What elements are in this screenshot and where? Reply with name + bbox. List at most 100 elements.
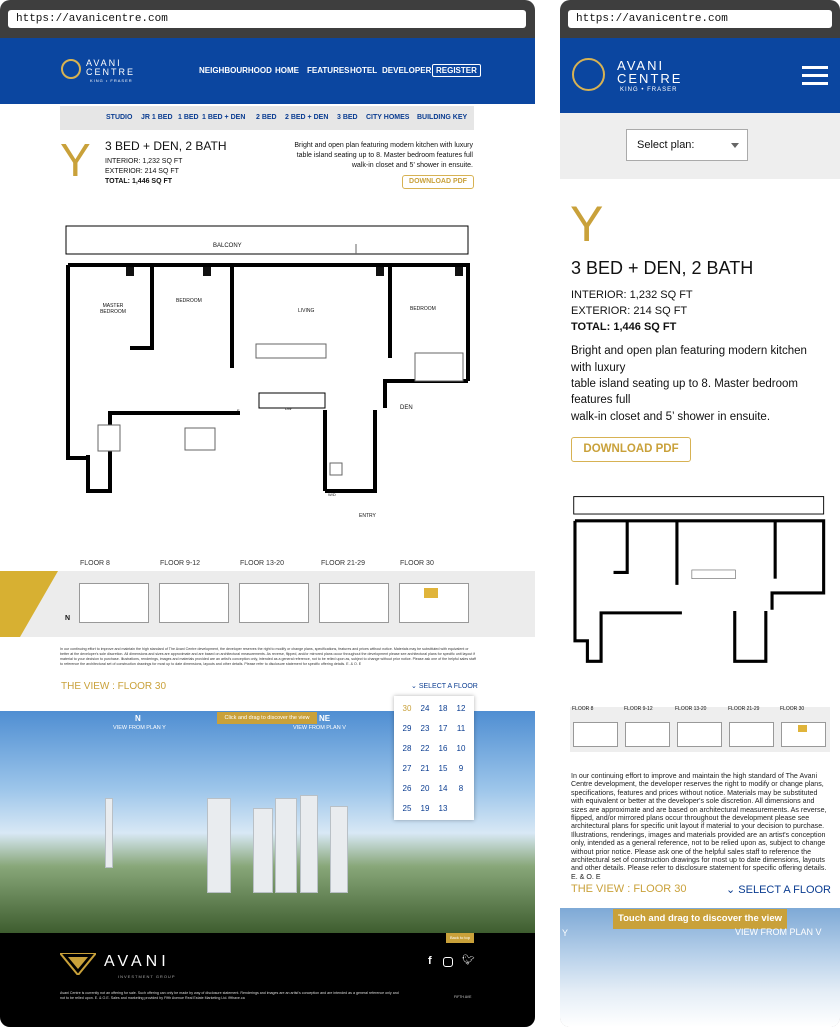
floor-option[interactable]: 13 <box>434 804 452 813</box>
facebook-icon[interactable]: f <box>428 955 432 967</box>
dropdown-arrow-icon <box>731 143 739 148</box>
mobile-header: AVANI CENTRE KING • FRASER <box>560 38 840 113</box>
mobile-plan-interior: INTERIOR: 1,232 SQ FT <box>571 289 693 301</box>
floor-label-13-20: FLOOR 13-20 <box>240 560 284 567</box>
hamburger-line <box>802 66 828 69</box>
select-plan-dropdown[interactable]: Select plan: <box>626 129 748 161</box>
mobile-download-pdf-button[interactable]: DOWNLOAD PDF <box>571 437 691 462</box>
plan-total: TOTAL: 1,446 SQ FT <box>105 178 173 185</box>
nav-features[interactable]: FEATURES <box>307 66 350 75</box>
floor-key-30[interactable] <box>399 583 469 623</box>
select-floor-link[interactable]: ⌄ SELECT A FLOOR <box>411 682 478 690</box>
plan-exterior: EXTERIOR: 214 SQ FT <box>105 168 179 175</box>
fp-label-bedroom2: BEDROOM <box>410 306 436 312</box>
floor-option[interactable]: 15 <box>434 764 452 773</box>
floor-option[interactable]: 14 <box>434 784 452 793</box>
subnav-2bed[interactable]: 2 BED <box>256 114 277 121</box>
floor-option[interactable]: 12 <box>452 704 470 713</box>
mobile-browser-window: https://avanicentre.com AVANI CENTRE KIN… <box>560 0 840 1027</box>
floor-key-9-12[interactable] <box>159 583 229 623</box>
nav-neighbourhood[interactable]: NEIGHBOURHOOD <box>199 66 272 75</box>
subnav-1bed-den[interactable]: 1 BED + DEN <box>202 114 245 121</box>
mobile-floor-label-13-20: FLOOR 13-20 <box>675 706 707 712</box>
register-button[interactable]: REGISTER <box>432 64 481 77</box>
unit-y-highlight <box>424 588 438 598</box>
floor-option[interactable]: 30 <box>398 704 416 713</box>
drag-banner[interactable]: Click and drag to discover the view <box>217 712 317 724</box>
floor-option[interactable]: 29 <box>398 724 416 733</box>
view-title: THE VIEW : FLOOR 30 <box>61 681 167 692</box>
tower-2 <box>253 808 273 893</box>
mobile-logo-icon[interactable] <box>572 58 605 91</box>
mobile-drag-banner[interactable]: Touch and drag to discover the view <box>613 909 787 929</box>
fp-label-den: DEN <box>400 405 413 411</box>
floor-option[interactable]: 11 <box>452 724 470 733</box>
select-plan-label: Select plan: <box>637 139 695 151</box>
floor-option[interactable]: 8 <box>452 784 470 793</box>
mobile-plan-letter: Y <box>570 196 604 252</box>
gold-accent-shape <box>0 571 58 637</box>
mobile-desc-2: with luxury <box>571 362 626 374</box>
mobile-floor-label-30: FLOOR 30 <box>780 706 805 712</box>
desktop-browser-window: https://avanicentre.com AVANI CENTRE KIN… <box>0 0 535 1027</box>
subnav-1bed[interactable]: 1 BED <box>178 114 199 121</box>
floor-label-9-12: FLOOR 9-12 <box>160 560 201 567</box>
floor-option[interactable]: 23 <box>416 724 434 733</box>
floor-option[interactable]: 25 <box>398 804 416 813</box>
twitter-icon[interactable]: 🐦︎ <box>462 955 475 966</box>
floor-key-13-20[interactable] <box>239 583 309 623</box>
mobile-compass-y: Y <box>562 928 569 938</box>
avani-logo-icon[interactable] <box>61 59 81 79</box>
plan-type-subnav: STUDIO JR 1 BED 1 BED 1 BED + DEN 2 BED … <box>60 106 474 130</box>
subnav-city-homes[interactable]: CITY HOMES <box>366 114 409 121</box>
nav-home[interactable]: HOME <box>275 66 299 75</box>
mobile-floor-key-8[interactable] <box>573 722 618 747</box>
fp-label-living: LIVING <box>298 308 315 314</box>
subnav-2bed-den[interactable]: 2 BED + DEN <box>285 114 328 121</box>
floor-option[interactable]: 10 <box>452 744 470 753</box>
floor-label-30: FLOOR 30 <box>400 560 434 567</box>
hamburger-menu-icon[interactable] <box>800 62 830 88</box>
floor-option[interactable]: 26 <box>398 784 416 793</box>
floor-option[interactable]: 27 <box>398 764 416 773</box>
back-to-top-button[interactable]: Back to top <box>446 933 474 943</box>
floor-option[interactable]: 24 <box>416 704 434 713</box>
mobile-floor-key-9-12[interactable] <box>625 722 670 747</box>
compass-label-n: N <box>135 714 141 723</box>
logo-line2: CENTRE <box>86 67 136 77</box>
floor-option[interactable]: 20 <box>416 784 434 793</box>
floor-key-21-29[interactable] <box>319 583 389 623</box>
floor-key-8[interactable] <box>79 583 149 623</box>
mobile-floor-key-30[interactable] <box>781 722 826 747</box>
subnav-jr1bed[interactable]: JR 1 BED <box>141 114 173 121</box>
desktop-url-bar[interactable]: https://avanicentre.com <box>8 10 526 28</box>
floor-option[interactable]: 18 <box>434 704 452 713</box>
floor-option[interactable]: 17 <box>434 724 452 733</box>
footer-logo-sub: INVESTMENT GROUP <box>118 974 176 979</box>
tower-6 <box>105 798 113 868</box>
subnav-studio[interactable]: STUDIO <box>106 114 132 121</box>
nav-hotel[interactable]: HOTEL <box>350 66 377 75</box>
floor-option[interactable]: 19 <box>416 804 434 813</box>
floor-option[interactable]: 21 <box>416 764 434 773</box>
mobile-floor-label-9-12: FLOOR 9-12 <box>624 706 653 712</box>
subnav-3bed[interactable]: 3 BED <box>337 114 358 121</box>
fp-label-master: MASTER BEDROOM <box>100 303 126 315</box>
floor-option[interactable]: 22 <box>416 744 434 753</box>
mobile-floor-key-13-20[interactable] <box>677 722 722 747</box>
mobile-floor-key-21-29[interactable] <box>729 722 774 747</box>
floor-option[interactable]: 16 <box>434 744 452 753</box>
subnav-building-key[interactable]: BUILDING KEY <box>417 114 467 121</box>
floor-option[interactable]: 9 <box>452 764 470 773</box>
mobile-chevron-down-icon: ⌄ <box>726 884 739 896</box>
mobile-desc-5: walk-in closet and 5’ shower in ensuite. <box>571 411 771 423</box>
mobile-logo-line2: CENTRE <box>617 71 683 86</box>
mobile-select-floor-link[interactable]: ⌄ SELECT A FLOOR <box>726 883 831 896</box>
mobile-floor-label-8: FLOOR 8 <box>572 706 594 712</box>
mobile-desc-4: features full <box>571 394 631 406</box>
nav-developer[interactable]: DEVELOPER <box>382 66 431 75</box>
instagram-icon[interactable] <box>443 957 453 967</box>
download-pdf-button[interactable]: DOWNLOAD PDF <box>402 175 474 189</box>
mobile-url-bar[interactable]: https://avanicentre.com <box>568 10 832 28</box>
floor-option[interactable]: 28 <box>398 744 416 753</box>
